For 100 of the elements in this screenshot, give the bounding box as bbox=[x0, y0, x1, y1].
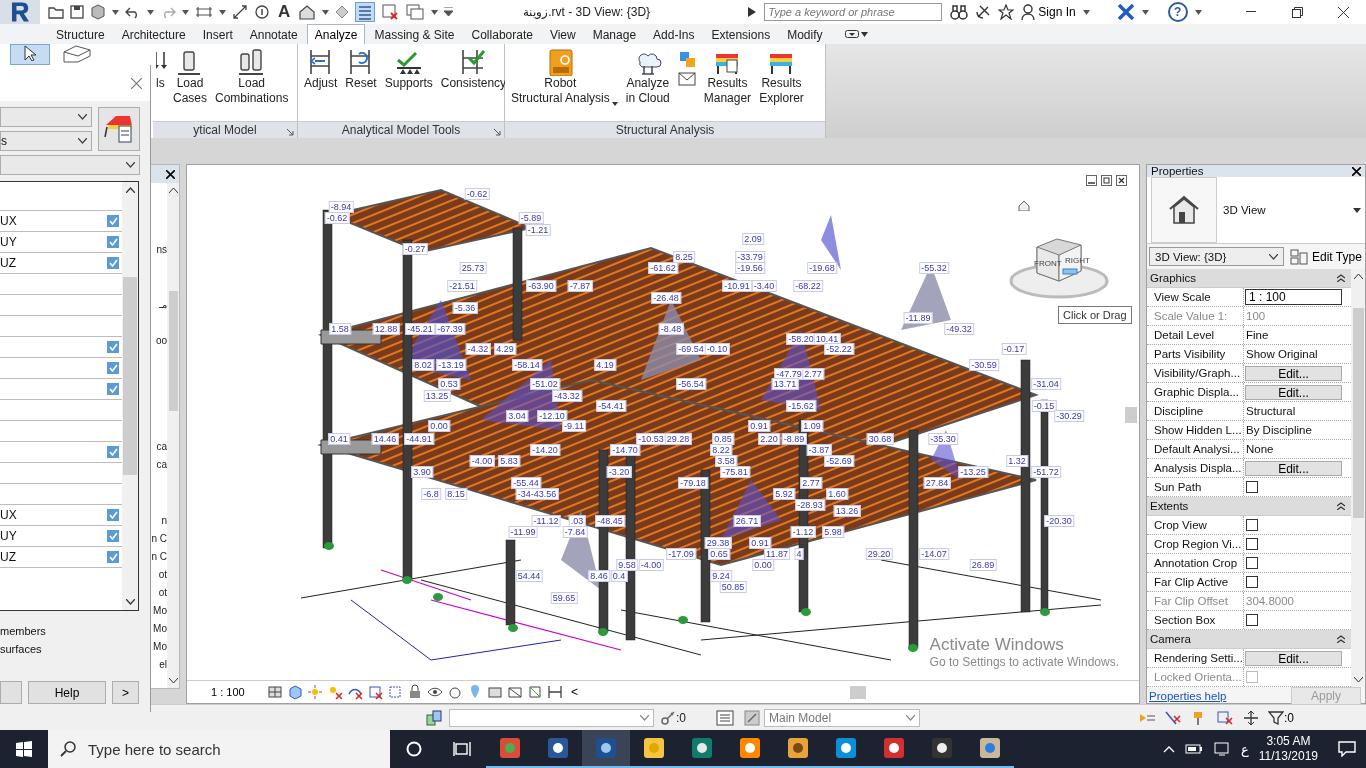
property-label: Far Clip Offset bbox=[1147, 592, 1244, 610]
help-button[interactable]: ? bbox=[1167, 2, 1188, 22]
property-label: Analysis Displa... bbox=[1147, 459, 1244, 477]
ribbon-tab[interactable]: Annotate bbox=[241, 24, 306, 44]
help-button[interactable]: Help bbox=[28, 681, 106, 704]
moment-value-label: -8.94 bbox=[328, 201, 354, 213]
clock-date[interactable]: 11/13/2019 bbox=[1258, 749, 1318, 764]
ribbon-button[interactable]: Reset bbox=[342, 48, 380, 91]
property-label: Discipline bbox=[1147, 402, 1244, 420]
moment-value-label: -1.21 bbox=[525, 224, 551, 236]
ribbon-tab[interactable]: Add-Ins bbox=[645, 24, 703, 44]
moment-value-label: -51.02 bbox=[530, 378, 560, 390]
moment-value-label: -0.15 bbox=[1031, 400, 1057, 412]
moment-value-label: 54.44 bbox=[515, 570, 543, 582]
view-scale-button[interactable]: 1 : 100 bbox=[187, 686, 267, 698]
next-button[interactable]: > bbox=[112, 681, 139, 704]
search-field[interactable]: Type a keyword or phrase bbox=[764, 3, 943, 21]
browser-item[interactable]: n C bbox=[151, 530, 167, 548]
edit-type-button[interactable]: Edit Type bbox=[1290, 248, 1362, 265]
moment-value-label: 12.88 bbox=[372, 323, 400, 335]
moment-value-label: 59.65 bbox=[550, 592, 578, 604]
property-group-header[interactable]: Extents bbox=[1150, 500, 1189, 512]
browser-item[interactable]: oo bbox=[155, 332, 167, 350]
ribbon-tab[interactable]: Extensions bbox=[703, 24, 779, 44]
ribbon-button[interactable]: Analyze in Cloud bbox=[622, 48, 673, 106]
ribbon-button[interactable]: Robot Structural Analysis bbox=[508, 48, 621, 106]
clock-time[interactable]: 3:05 AM bbox=[1266, 734, 1311, 749]
moment-value-label: -14.20 bbox=[530, 444, 560, 456]
moment-value-label: -63.90 bbox=[526, 280, 556, 292]
ribbon-tab[interactable]: Structure bbox=[48, 24, 113, 44]
moment-value-label: -26.48 bbox=[651, 292, 681, 304]
moment-value-label: -43.32 bbox=[552, 390, 582, 402]
ribbon-tab[interactable]: Modify bbox=[779, 24, 831, 44]
browser-item[interactable]: ot bbox=[158, 584, 167, 602]
edit-button[interactable]: Edit... bbox=[1245, 650, 1342, 666]
property-value: 304.8000 bbox=[1245, 594, 1295, 609]
property-label: Visibility/Graph... bbox=[1147, 364, 1244, 382]
ribbon-button[interactable]: ls bbox=[156, 48, 168, 91]
tooltip: Click or Drag bbox=[1058, 306, 1132, 324]
browser-item[interactable]: مـ bbox=[159, 296, 167, 314]
moment-value-label: -11.99 bbox=[508, 526, 538, 538]
ribbon-button[interactable]: Supports bbox=[381, 48, 436, 91]
ribbon-tab[interactable]: Collaborate bbox=[463, 24, 541, 44]
property-label: Far Clip Active bbox=[1147, 573, 1244, 591]
moment-value-label: 3.04 bbox=[506, 410, 528, 422]
language-button[interactable]: ع bbox=[1241, 741, 1249, 757]
taskbar-search-field[interactable]: Type here to search bbox=[48, 730, 390, 768]
ribbon-button[interactable]: Results Explorer bbox=[756, 48, 807, 106]
ribbon-tab[interactable]: Insert bbox=[194, 24, 241, 44]
browser-item[interactable]: n C bbox=[151, 548, 167, 566]
ribbon-tab[interactable]: Massing & Site bbox=[366, 24, 463, 44]
scroll-left-button[interactable]: < bbox=[563, 685, 578, 699]
moment-value-label: -4.32 bbox=[465, 343, 491, 355]
moment-value-label: -0.62 bbox=[464, 188, 490, 200]
browser-item[interactable]: Mo bbox=[153, 638, 167, 656]
text-tool-button[interactable]: A bbox=[276, 2, 293, 22]
edit-button[interactable]: Edit... bbox=[1245, 365, 1342, 381]
property-value-field[interactable]: 1 : 100 bbox=[1245, 289, 1342, 305]
moment-value-label: -1.12 bbox=[790, 526, 816, 538]
browser-item[interactable]: Mo bbox=[153, 620, 167, 638]
edit-button[interactable]: Edit... bbox=[1245, 384, 1342, 400]
option-label: members bbox=[0, 625, 47, 637]
ribbon-tab[interactable]: Analyze bbox=[306, 24, 366, 44]
browser-item[interactable]: ca bbox=[156, 456, 167, 474]
view-cube[interactable]: FRONT RIGHT bbox=[1007, 233, 1112, 305]
moment-value-label: -4.00 bbox=[638, 559, 664, 571]
moment-value-label: -69.54 bbox=[676, 343, 706, 355]
dropdown[interactable]: s bbox=[0, 131, 92, 151]
sign-in-button[interactable]: Sign In bbox=[1021, 4, 1076, 20]
ribbon-button[interactable]: Load Cases bbox=[170, 48, 210, 106]
property-group-header[interactable]: Graphics bbox=[1150, 272, 1197, 284]
property-group-header[interactable]: Camera bbox=[1150, 633, 1191, 645]
property-value: Show Original bbox=[1245, 347, 1319, 362]
ribbon-button[interactable]: Load Combinations bbox=[212, 48, 292, 106]
browser-item[interactable]: ns bbox=[156, 241, 167, 259]
instance-dropdown[interactable]: 3D View: {3D} bbox=[1149, 247, 1284, 266]
ribbon-tab[interactable]: View bbox=[541, 24, 584, 44]
moment-value-label: 8.15 bbox=[445, 488, 467, 500]
moment-value-label: -30.59 bbox=[969, 359, 999, 371]
cube-face-label: RIGHT bbox=[1065, 256, 1090, 265]
edit-button[interactable]: Edit... bbox=[1245, 460, 1342, 476]
moment-value-label: -7.87 bbox=[567, 280, 593, 292]
moment-value-label: -0.27 bbox=[402, 243, 428, 255]
moment-value-label: 29.28 bbox=[664, 433, 692, 445]
moment-value-label: 2.09 bbox=[742, 233, 764, 245]
browser-item[interactable]: ca bbox=[156, 438, 167, 456]
properties-help-link[interactable]: Properties help bbox=[1149, 690, 1227, 702]
browser-item[interactable]: ot bbox=[158, 566, 167, 584]
ribbon-tab[interactable]: Architecture bbox=[113, 24, 194, 44]
ribbon-tab[interactable]: Manage bbox=[584, 24, 645, 44]
filter-button[interactable]: :0 bbox=[1268, 709, 1294, 726]
browser-item[interactable]: Mo bbox=[153, 602, 167, 620]
ribbon-button[interactable]: Adjust bbox=[301, 48, 341, 91]
ribbon-button[interactable]: Results Manager bbox=[700, 48, 755, 106]
moment-value-label: 5.92 bbox=[773, 488, 795, 500]
design-option-dropdown[interactable]: Main Model bbox=[764, 708, 920, 727]
browser-item[interactable]: n bbox=[161, 512, 167, 530]
moment-value-label: 3.90 bbox=[411, 466, 433, 478]
browser-item[interactable]: el bbox=[159, 656, 167, 674]
ribbon-button[interactable]: Consistency bbox=[437, 48, 510, 91]
